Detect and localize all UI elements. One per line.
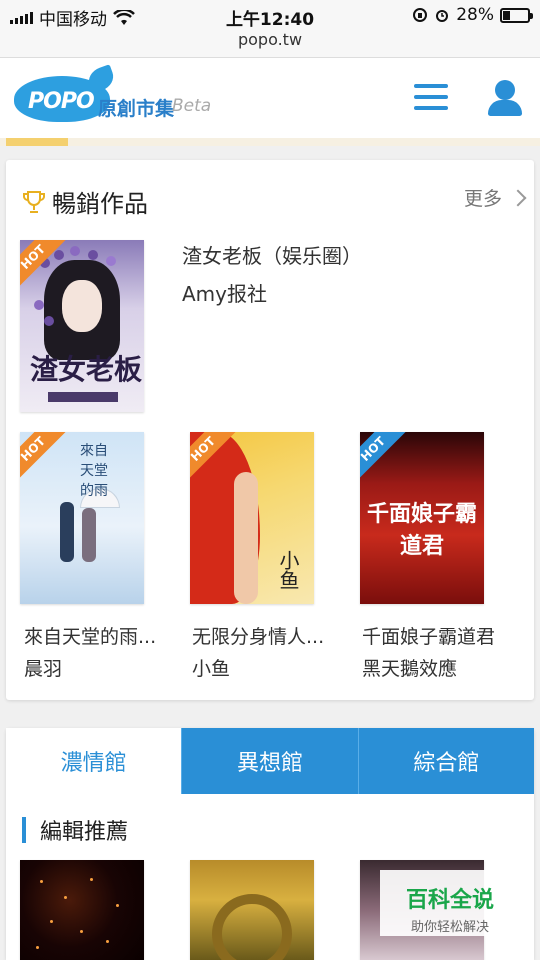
book-cover-text-1: 來自天堂的雨 <box>80 443 108 499</box>
battery-icon <box>500 7 533 23</box>
accent-strip <box>0 138 540 146</box>
trophy-icon <box>23 190 45 213</box>
watermark-sub: 助你轻松解决 <box>410 920 489 935</box>
book-cover-1[interactable]: 來自天堂的雨 HOT <box>20 432 144 604</box>
alarm-icon <box>436 10 449 22</box>
book-author-1[interactable]: 晨羽 <box>24 654 62 681</box>
book-cover-text-2: 小鱼 <box>276 550 300 590</box>
book-cover-3[interactable]: 千面娘子霸道君 HOT <box>360 432 484 604</box>
watermark-main: 百科全说 <box>405 888 494 913</box>
book-author-2[interactable]: 小鱼 <box>192 654 230 681</box>
chevron-right-icon <box>509 189 527 206</box>
status-bar: 中国移动 上午12:40 28% <box>0 0 540 30</box>
editor-picks-header: 編輯推薦 <box>22 814 128 846</box>
best-sellers-section: 暢銷作品 更多 渣女老板 HOT 渣女老板（娱乐圈） Amy报社 來自天堂的雨 … <box>6 160 534 700</box>
more-link[interactable]: 更多 <box>463 184 527 211</box>
site-logo[interactable]: POPO 原創市集 Beta <box>14 64 234 130</box>
book-cover-2[interactable]: 小鱼 HOT <box>190 432 314 604</box>
url-bar[interactable]: popo.tw <box>0 30 540 58</box>
book-title-1[interactable]: 來自天堂的雨... <box>24 622 156 649</box>
section-marker <box>22 817 26 843</box>
tab-fantasy[interactable]: 異想館 <box>181 728 358 794</box>
pick-cover-2[interactable] <box>190 860 314 960</box>
best-sellers-title: 暢銷作品 <box>52 190 148 218</box>
battery-fill <box>503 10 510 20</box>
user-icon[interactable] <box>486 78 524 118</box>
battery-percent: 28% <box>456 5 494 25</box>
tab-romance[interactable]: 濃情館 <box>6 728 182 794</box>
book-title-2[interactable]: 无限分身情人... <box>192 622 324 649</box>
watermark-logo: 百科全说 助你轻松解决 <box>380 870 520 936</box>
featured-book-title[interactable]: 渣女老板（娱乐圈） <box>182 240 362 269</box>
pick-cover-1[interactable] <box>20 860 144 960</box>
status-right: 28% <box>412 5 533 25</box>
logo-cn-text: 原創市集 <box>98 98 175 120</box>
book-title-3[interactable]: 千面娘子霸道君 <box>362 622 495 649</box>
hot-badge: HOT <box>20 432 66 482</box>
featured-book-cover[interactable]: 渣女老板 HOT <box>20 240 144 412</box>
editor-picks-title: 編輯推薦 <box>40 820 129 845</box>
url-text: popo.tw <box>237 30 303 49</box>
orientation-lock-icon <box>413 8 428 22</box>
hot-badge: HOT <box>360 432 406 482</box>
more-label: 更多 <box>463 188 502 210</box>
best-sellers-header: 暢銷作品 <box>22 184 148 219</box>
featured-cover-text: 渣女老板 <box>30 353 143 386</box>
hamburger-menu-icon[interactable] <box>414 84 448 112</box>
logo-beta: Beta <box>172 96 212 116</box>
logo-word: POPO <box>28 89 95 114</box>
book-author-3[interactable]: 黑天鵝效應 <box>362 654 457 681</box>
category-tabs: 濃情館 異想館 綜合館 <box>6 728 534 794</box>
site-header: POPO 原創市集 Beta <box>0 58 540 138</box>
book-cover-text-3: 千面娘子霸道君 <box>366 501 477 559</box>
featured-book-author[interactable]: Amy报社 <box>182 278 267 307</box>
tab-general[interactable]: 綜合館 <box>357 728 534 794</box>
